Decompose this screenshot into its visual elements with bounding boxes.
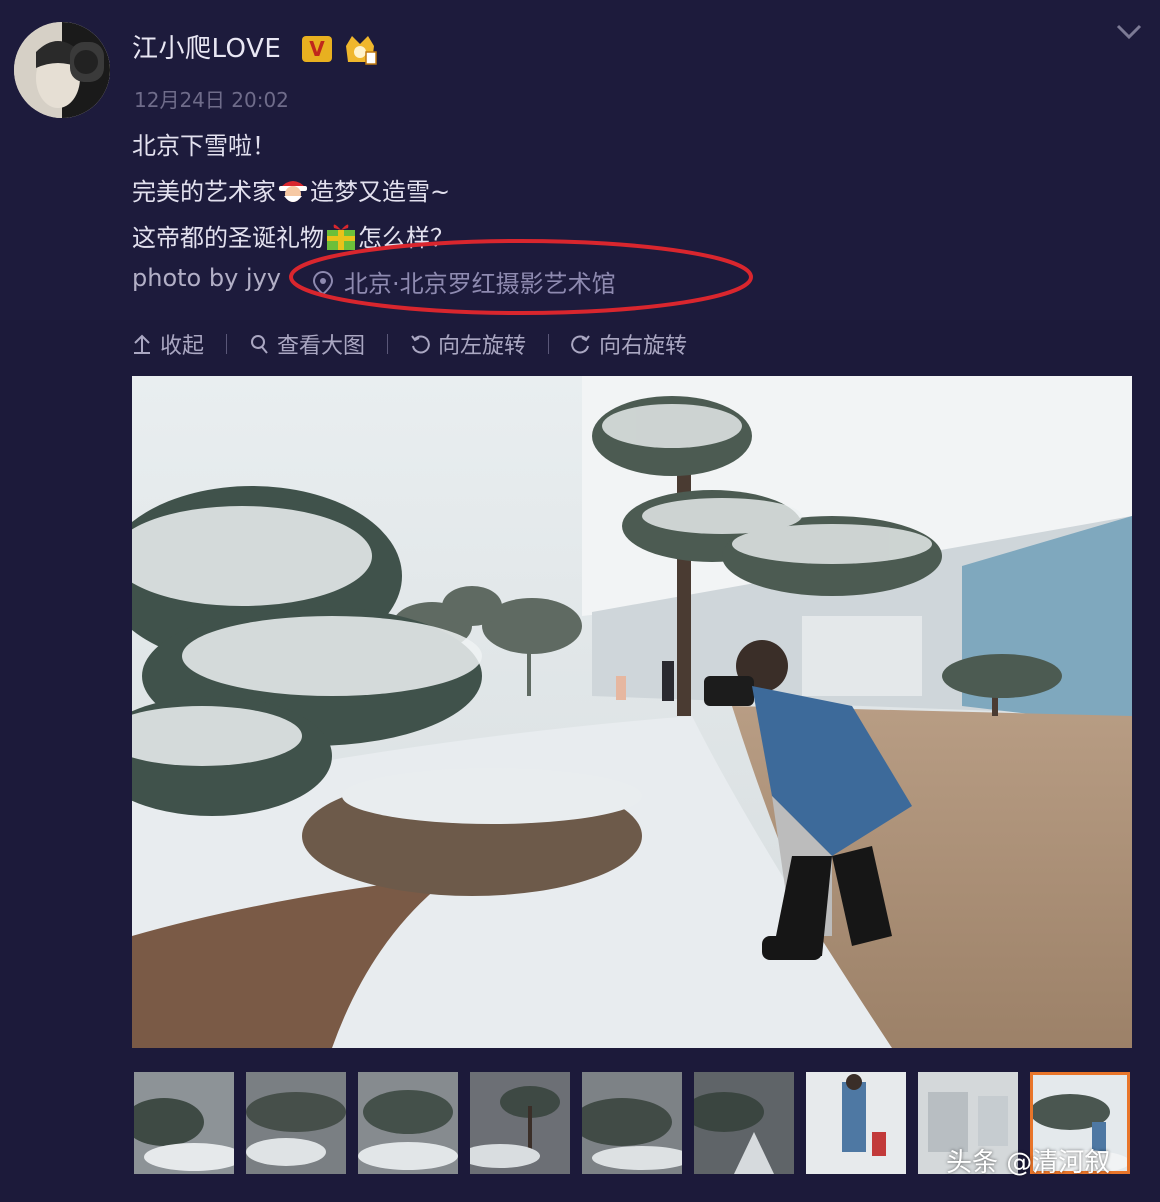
username[interactable]: 江小爬LOVE bbox=[132, 28, 281, 65]
post-text-line-1: 北京下雪啦！ bbox=[132, 126, 276, 161]
annotation-circle bbox=[289, 239, 753, 315]
thumbnail[interactable] bbox=[694, 1072, 794, 1174]
post-text-line-2: 完美的艺术家 造梦又造雪~ bbox=[132, 172, 450, 207]
thumbnail[interactable] bbox=[806, 1072, 906, 1174]
rotate-right-label: 向右旋转 bbox=[599, 334, 688, 359]
post-text: 北京下雪啦！ bbox=[132, 132, 276, 160]
rotate-right-icon bbox=[571, 335, 590, 354]
rotate-left-label: 向左旋转 bbox=[438, 334, 527, 359]
thumbnail[interactable] bbox=[246, 1072, 346, 1174]
thumbnail[interactable] bbox=[358, 1072, 458, 1174]
rotate-left-button[interactable]: 向左旋转 bbox=[410, 328, 526, 360]
post-text: 造梦又造雪~ bbox=[310, 178, 451, 206]
collapse-button[interactable]: 收起 bbox=[132, 328, 204, 360]
avatar[interactable] bbox=[14, 22, 110, 118]
photo-credit: photo by jyy bbox=[132, 264, 281, 292]
arrow-up-icon bbox=[134, 334, 150, 354]
verified-badge-icon: V bbox=[302, 36, 332, 62]
view-large-button[interactable]: 查看大图 bbox=[249, 328, 365, 360]
vip-crown-icon bbox=[346, 36, 377, 65]
thumbnail[interactable] bbox=[582, 1072, 682, 1174]
toolbar-divider bbox=[387, 334, 389, 354]
main-photo[interactable] bbox=[132, 376, 1132, 1048]
view-large-label: 查看大图 bbox=[277, 334, 366, 359]
toolbar-divider bbox=[226, 334, 228, 354]
toolbar-divider bbox=[548, 334, 550, 354]
post-timestamp[interactable]: 12月24日 20:02 bbox=[134, 84, 289, 113]
image-toolbar: 收起 查看大图 向左旋转 向右旋转 bbox=[132, 326, 687, 362]
rotate-left-icon bbox=[411, 335, 430, 354]
magnifier-icon bbox=[251, 335, 268, 354]
rotate-right-button[interactable]: 向右旋转 bbox=[571, 328, 687, 360]
collapse-label: 收起 bbox=[160, 334, 205, 359]
santa-emoji-icon bbox=[279, 181, 307, 202]
watermark: 头条 @清河叙 bbox=[946, 1148, 1111, 1178]
chevron-down-icon[interactable] bbox=[1114, 20, 1144, 44]
thumbnail[interactable] bbox=[134, 1072, 234, 1174]
thumbnail[interactable] bbox=[470, 1072, 570, 1174]
post-text: 完美的艺术家 bbox=[132, 178, 276, 206]
